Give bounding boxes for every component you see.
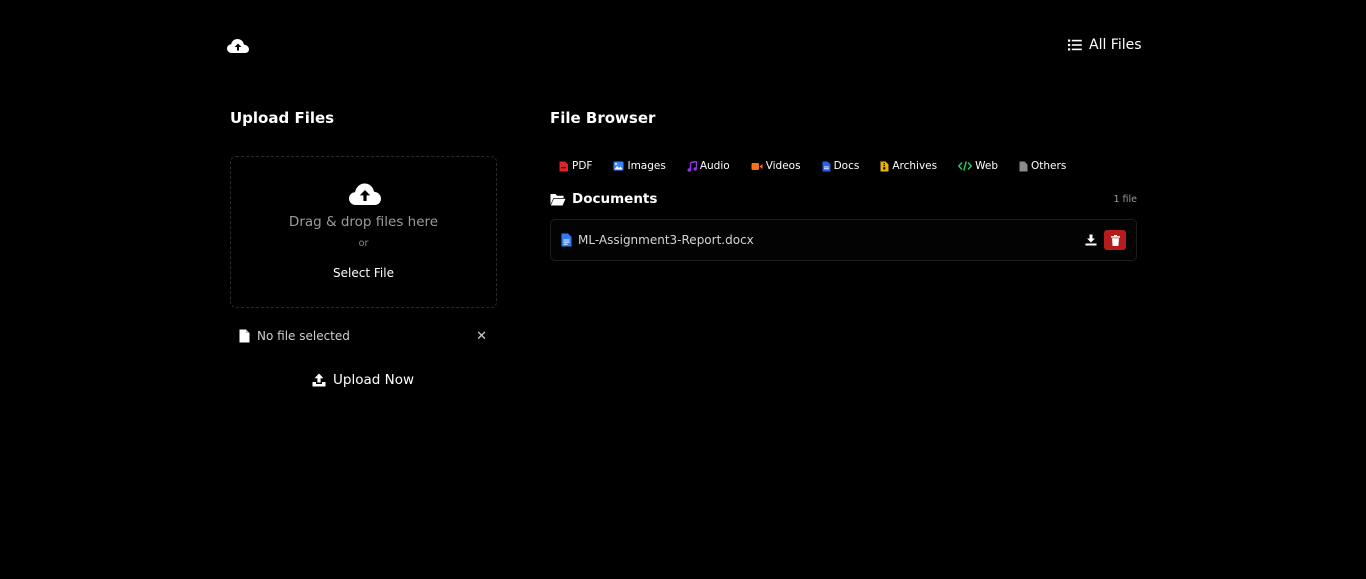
download-button[interactable] [1084,233,1098,247]
tab-images-label: Images [627,160,666,172]
cloud-upload-icon[interactable] [226,36,250,56]
archive-icon [880,161,889,171]
download-icon [1085,234,1097,246]
tab-audio[interactable]: Audio [687,160,730,172]
tab-pdf[interactable]: PDF [559,160,592,172]
dropzone[interactable]: Drag & drop files here or Select File [230,156,497,308]
video-icon [751,162,763,170]
folder-open-icon [550,193,566,205]
file-browser-title: File Browser [550,109,656,127]
tab-docs-label: Docs [833,160,860,172]
pdf-icon [559,161,568,171]
file-row[interactable]: ML-Assignment3-Report.docx [550,219,1137,261]
upload-icon [312,373,326,387]
file-status-text: No file selected [257,329,350,343]
upload-title: Upload Files [230,109,335,127]
upload-now-button[interactable]: Upload Now [312,371,414,389]
all-files-label: All Files [1089,37,1142,53]
tab-web-label: Web [975,160,999,172]
file-type-tabs: PDF Images Audio Videos Docs Archives We… [559,158,1066,174]
image-icon [613,161,624,171]
tab-archives[interactable]: Archives [880,160,937,172]
tab-archives-label: Archives [892,160,938,172]
selected-file-status: No file selected ✕ [239,327,489,345]
file-name[interactable]: ML-Assignment3-Report.docx [578,233,754,247]
tab-others-label: Others [1031,160,1067,172]
tab-videos-label: Videos [765,160,801,172]
all-files-link[interactable]: All Files [1068,37,1142,53]
code-icon [958,161,973,171]
drop-instructions: Drag & drop files here [288,214,439,230]
tab-videos[interactable]: Videos [751,160,801,172]
tab-audio-label: Audio [699,160,730,172]
file-icon [239,329,250,343]
tab-images[interactable]: Images [613,160,666,172]
trash-icon [1110,234,1120,246]
list-icon [1068,39,1082,51]
file-icon [1019,161,1028,171]
select-file-button[interactable]: Select File [231,266,496,280]
documents-section-header: Documents 1 file [550,190,1137,208]
cloud-upload-icon [349,183,381,205]
tab-pdf-label: PDF [572,160,593,172]
upload-now-label: Upload Now [333,372,414,388]
doc-icon [822,161,831,171]
music-icon [687,160,697,172]
clear-selection-button[interactable]: ✕ [476,330,489,343]
documents-title: Documents [572,191,658,207]
or-separator: or [358,238,369,249]
tab-web[interactable]: Web [958,160,998,172]
file-actions [1084,230,1126,250]
tab-docs[interactable]: Docs [822,160,860,172]
doc-icon [561,233,572,247]
tab-others[interactable]: Others [1019,160,1066,172]
delete-button[interactable] [1104,230,1126,250]
file-count: 1 file [1113,193,1137,205]
